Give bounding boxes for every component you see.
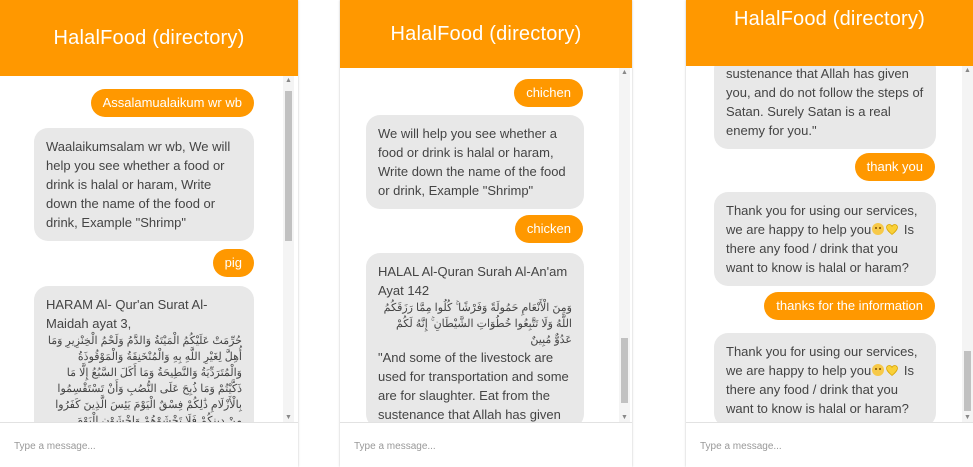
user-message: Assalamualaikum wr wb (90, 89, 254, 117)
message-input-area (0, 422, 298, 467)
chat-log: sustenance that Allah has given you, and… (686, 66, 973, 423)
quran-verse-arabic: حُرِّمَتْ عَلَيْكُمُ الْمَيْتَةُ وَالدَّ… (47, 335, 242, 423)
heart-icon (886, 365, 899, 376)
bot-message: HALAL Al-Quran Surah Al-An'am Ayat 142 و… (366, 253, 584, 423)
message-input-area (340, 422, 632, 467)
smiling-face-icon (872, 364, 885, 376)
scrollbar-thumb[interactable] (964, 351, 971, 411)
user-message: thanks for the information (764, 292, 935, 320)
quran-verse-arabic: وَمِنَ الْأَنْعَامِ حَمُولَةً وَفَرْشًا … (383, 302, 572, 346)
chat-scrollbar[interactable]: ▲ ▼ (283, 76, 294, 423)
user-message: chichen (514, 79, 583, 107)
user-message: thank you (854, 153, 935, 181)
bot-message: HARAM Al- Qur'an Surat Al- Maidah ayat 3… (34, 286, 254, 423)
user-message: pig (212, 249, 254, 277)
chat-screen-2: HalalFood (directory) chichen We will he… (340, 0, 632, 467)
scrollbar-thumb[interactable] (621, 338, 628, 403)
app-title: HalalFood (directory) (53, 26, 245, 49)
bot-message: We will help you see whether a food or d… (366, 115, 584, 209)
chat-log: Assalamualaikum wr wb Waalaikumsalam wr … (0, 76, 298, 423)
chat-log: chichen We will help you see whether a f… (340, 68, 632, 423)
message-input[interactable] (698, 423, 932, 467)
bot-message: Waalaikumsalam wr wb, We will help you s… (34, 128, 254, 241)
app-title: HalalFood (directory) (390, 22, 582, 45)
bot-message: sustenance that Allah has given you, and… (714, 66, 936, 149)
bot-message: Thank you for using our services, we are… (714, 192, 936, 286)
heart-icon (886, 224, 899, 235)
chat-screen-1: HalalFood (directory) Assalamualaikum wr… (0, 0, 298, 467)
message-input-area (686, 422, 973, 467)
user-message: chicken (514, 215, 583, 243)
smiling-face-icon (872, 223, 885, 235)
app-header: HalalFood (directory) (686, 0, 973, 66)
app-header: HalalFood (directory) (340, 0, 632, 68)
message-input[interactable] (352, 423, 590, 467)
message-input[interactable] (12, 423, 255, 467)
scroll-up-icon[interactable]: ▲ (283, 76, 294, 86)
chat-scrollbar[interactable]: ▲ ▼ (962, 66, 973, 423)
chat-screen-3: HalalFood (directory) sustenance that Al… (686, 0, 973, 467)
scroll-up-icon[interactable]: ▲ (962, 66, 973, 76)
scrollbar-thumb[interactable] (285, 91, 292, 241)
app-title: HalalFood (directory) (734, 7, 925, 30)
bot-message: Thank you for using our services, we are… (714, 333, 936, 423)
scroll-up-icon[interactable]: ▲ (619, 68, 630, 78)
app-header: HalalFood (directory) (0, 0, 298, 76)
chat-scrollbar[interactable]: ▲ ▼ (619, 68, 630, 423)
